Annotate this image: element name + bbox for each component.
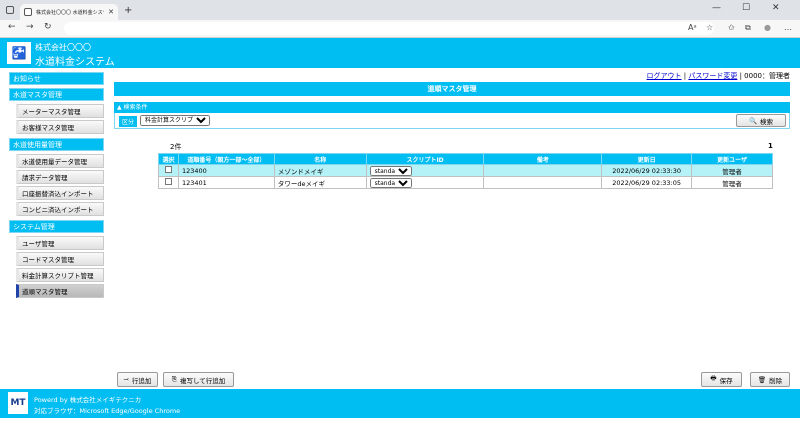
col-user: 更新ユーザ: [691, 153, 773, 165]
add-row-button[interactable]: ⤙ 行追加: [117, 372, 158, 387]
cell-updated: 2022/06/29 02:33:05: [601, 176, 693, 189]
row-checkbox[interactable]: [164, 178, 172, 185]
url-input[interactable]: [64, 22, 714, 35]
delete-button[interactable]: 🗑 削除: [750, 372, 790, 387]
col-note: 備考: [483, 153, 603, 165]
cell-updated: 2022/06/29 02:33:30: [601, 164, 693, 177]
browser-titlebar: 株式会社〇〇〇 水道料金システム / 道順 ✕ + — ☐ ✕: [0, 0, 800, 20]
result-count: 2件: [170, 143, 182, 151]
sidebar-item-customer-master[interactable]: お客様マスタ管理: [16, 120, 104, 134]
page-title: 道順マスタ管理: [114, 82, 790, 96]
forward-icon[interactable]: →: [26, 22, 34, 32]
save-label: 保存: [719, 376, 733, 385]
col-route-no: 道順番号（親方一部〜全部）: [177, 153, 275, 165]
minimize-icon[interactable]: —: [712, 3, 721, 13]
footer: MT Powerd by 株式会社メイギテクニカ 対応ブラウザ：Microsof…: [0, 389, 800, 418]
window-menu-icon[interactable]: [6, 6, 14, 14]
maximize-icon[interactable]: ☐: [742, 3, 750, 13]
table-row[interactable]: 123401 タワーdeメイギ standard2 2022/06/29 02:…: [158, 176, 773, 189]
sidebar-item-usage-data[interactable]: 水道使用量データ管理: [16, 154, 104, 168]
sidebar-item-users[interactable]: ユーザ管理: [16, 236, 104, 250]
copy-icon: ⎘: [171, 375, 177, 383]
col-select: 選択: [158, 153, 179, 165]
favorites-bar-icon[interactable]: ✩: [728, 23, 735, 32]
copy-add-row-button[interactable]: ⎘ 複写して行追加: [163, 372, 234, 387]
sidebar-group-system: システム管理: [9, 220, 104, 233]
browser-tab[interactable]: 株式会社〇〇〇 水道料金システム / 道順 ✕: [20, 4, 118, 20]
search-conditions: 区分 料金計算スクリプト 🔍 検索: [114, 113, 790, 129]
app-header: 🚰 株式会社〇〇〇 水道料金システム: [0, 38, 800, 68]
tab-title: 株式会社〇〇〇 水道料金システム / 道順: [36, 9, 104, 16]
cell-user: 管理者: [691, 164, 773, 177]
route-table: 選択 道順番号（親方一部〜全部） 名称 スクリプトID 備考 更新日 更新ユーザ…: [158, 153, 773, 189]
sidebar: お知らせ 水道マスタ管理 メーターマスタ管理 お客様マスタ管理 水道使用量管理 …: [9, 72, 104, 300]
table-row[interactable]: 123400 メゾンドメイギ standard 2022/06/29 02:33…: [158, 164, 773, 177]
cell-note[interactable]: [483, 164, 603, 177]
company-name: 株式会社〇〇〇: [35, 43, 91, 52]
user-links: ログアウト | パスワード変更 | 0000：管理者: [647, 71, 790, 81]
cell-route-no[interactable]: 123401: [177, 176, 275, 189]
company-logo: MT: [8, 392, 28, 414]
search-button-label: 検索: [760, 117, 774, 126]
profile-icon[interactable]: ●: [764, 23, 771, 32]
footer-powered-by: Powerd by 株式会社メイギテクニカ: [34, 396, 142, 404]
filter-label: 区分: [119, 116, 138, 127]
sidebar-item-convenience-import[interactable]: コンビニ済込インポート: [16, 202, 104, 216]
col-name: 名称: [273, 153, 367, 165]
more-icon[interactable]: …: [784, 23, 792, 32]
cell-user: 管理者: [691, 176, 773, 189]
address-bar-area: ← → ↻ Aᵃ ☆ ✩ ⧉ ● …: [0, 20, 800, 38]
sidebar-item-meter-master[interactable]: メーターマスタ管理: [16, 104, 104, 118]
tab-close-icon[interactable]: ✕: [108, 8, 114, 16]
faucet-logo-icon: 🚰: [7, 42, 31, 64]
read-aloud-icon[interactable]: Aᵃ: [688, 23, 697, 32]
add-row-icon: ⤙: [123, 375, 129, 383]
favorite-icon[interactable]: ☆: [706, 23, 713, 32]
search-button[interactable]: 🔍 検索: [736, 114, 786, 127]
main-content: 道順マスタ管理 ▲ 検索条件 区分 料金計算スクリプト 🔍 検索: [114, 82, 790, 129]
script-select[interactable]: standard2: [369, 177, 412, 188]
sidebar-notice[interactable]: お知らせ: [9, 72, 104, 85]
page-number[interactable]: 1: [768, 142, 773, 150]
system-name: 水道料金システム: [35, 57, 115, 68]
sidebar-group-water-master: 水道マスタ管理: [9, 88, 104, 101]
copy-add-label: 複写して行追加: [179, 376, 226, 385]
sidebar-item-fee-script[interactable]: 料金計算スクリプト管理: [16, 268, 104, 282]
table-header-row: 選択 道順番号（親方一部〜全部） 名称 スクリプトID 備考 更新日 更新ユーザ: [158, 153, 773, 165]
row-checkbox[interactable]: [164, 166, 172, 173]
sidebar-item-bank-import[interactable]: 口座振替済込インポート: [16, 186, 104, 200]
col-script-id: スクリプトID: [365, 153, 485, 165]
sidebar-item-billing-data[interactable]: 請求データ管理: [16, 170, 104, 184]
printer-icon: 🖶: [710, 374, 717, 382]
footer-browsers: 対応ブラウザ：Microsoft Edge/Google Chrome: [34, 407, 181, 415]
cell-name[interactable]: メゾンドメイギ: [273, 164, 367, 177]
user-info: 0000：管理者: [744, 72, 790, 80]
filter-select[interactable]: 料金計算スクリプト: [140, 115, 210, 126]
new-tab-button[interactable]: +: [124, 5, 132, 16]
cell-route-no[interactable]: 123400: [177, 164, 275, 177]
cell-note[interactable]: [483, 176, 603, 189]
favicon-icon: [24, 8, 32, 16]
window-close-icon[interactable]: ✕: [772, 3, 780, 13]
reload-icon[interactable]: ↻: [44, 22, 52, 32]
search-icon: 🔍: [748, 116, 758, 125]
collections-icon[interactable]: ⧉: [745, 23, 751, 33]
save-button[interactable]: 🖶 保存: [701, 372, 742, 387]
search-section-toggle[interactable]: ▲ 検索条件: [114, 102, 790, 113]
sidebar-item-route-master[interactable]: 道順マスタ管理: [16, 284, 104, 298]
add-row-label: 行追加: [131, 376, 152, 385]
sidebar-group-usage: 水道使用量管理: [9, 138, 104, 151]
delete-label: 削除: [769, 376, 783, 385]
change-password-link[interactable]: パスワード変更: [688, 72, 737, 80]
trash-icon: 🗑: [757, 375, 767, 384]
sidebar-item-code-master[interactable]: コードマスタ管理: [16, 252, 104, 266]
script-select[interactable]: standard: [369, 165, 412, 176]
cell-name[interactable]: タワーdeメイギ: [273, 176, 367, 189]
col-updated: 更新日: [601, 153, 693, 165]
logout-link[interactable]: ログアウト: [647, 72, 682, 80]
back-icon[interactable]: ←: [8, 22, 16, 32]
